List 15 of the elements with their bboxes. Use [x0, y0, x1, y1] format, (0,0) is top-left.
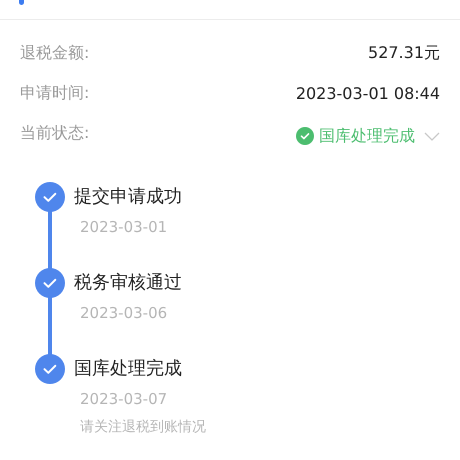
step-note: 请关注退税到账情况 [80, 418, 206, 436]
field-label: 申请时间: [20, 82, 90, 104]
step-date: 2023-03-01 [80, 218, 168, 236]
field-label: 退税金额: [20, 42, 90, 64]
check-circle-icon [296, 127, 314, 145]
step-date: 2023-03-07 [80, 390, 168, 408]
status-text: 国库处理完成 [319, 126, 415, 146]
step-title: 提交申请成功 [74, 185, 182, 209]
step-title: 税务审核通过 [74, 271, 182, 295]
chevron-down-icon[interactable] [424, 132, 440, 140]
field-value: 2023-03-01 08:44 [296, 84, 440, 102]
field-value: 527.31元 [368, 42, 440, 64]
field-label: 当前状态: [20, 122, 90, 144]
step-title: 国库处理完成 [74, 357, 183, 381]
step-date: 2023-03-06 [80, 304, 168, 322]
